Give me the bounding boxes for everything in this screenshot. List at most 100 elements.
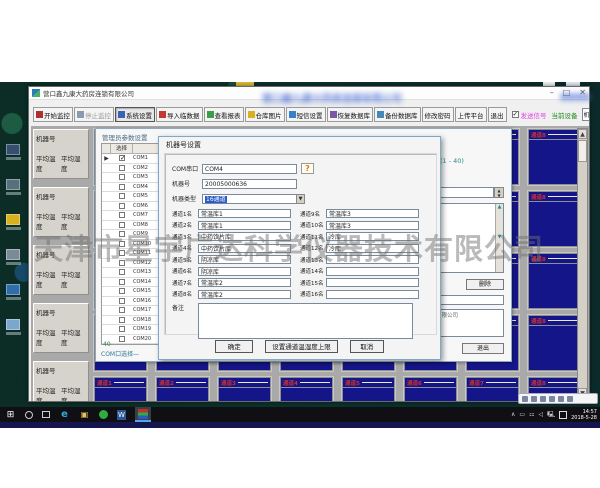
desktop-icon[interactable] (5, 284, 21, 300)
channel-name-input[interactable]: 常温库2 (198, 278, 291, 287)
channel-name-input[interactable]: 常温库1 (198, 221, 291, 230)
checkbox-icon[interactable] (119, 193, 125, 199)
channel-name-input[interactable] (326, 290, 419, 299)
com-table-row[interactable]: COM16 (102, 297, 160, 307)
toolbar-button-7[interactable]: 恢复数据库 (327, 107, 374, 122)
toolbar-button-10[interactable]: 上传平台 (455, 107, 487, 122)
toolbar-button-6[interactable]: 短信设置 (286, 107, 326, 122)
com-table-row[interactable]: COM12 (102, 259, 160, 269)
chevron-down-icon[interactable]: ▼ (296, 194, 305, 204)
desktop-icon[interactable] (5, 319, 21, 335)
channel-name-input[interactable] (326, 255, 419, 264)
checkbox-icon[interactable] (119, 155, 125, 161)
com-table-row[interactable]: COM6 (102, 202, 160, 212)
help-button[interactable]: ? (301, 163, 314, 174)
active-app-slot[interactable] (135, 407, 151, 422)
vertical-scrollbar[interactable]: ▲ ▼ (577, 128, 588, 399)
com-table-row[interactable]: COM4 (102, 183, 160, 193)
desktop-icon[interactable] (5, 249, 21, 265)
taskbar-clock[interactable]: 14:57 2018-5-28 (571, 409, 597, 421)
monitor-tray-icon[interactable]: 🖳 (547, 410, 555, 420)
machine-no-input[interactable]: 20005000636 (202, 179, 297, 189)
desktop-icon[interactable] (5, 144, 21, 160)
toolbar-button-2[interactable]: 系统设置 (115, 107, 155, 122)
checkbox-icon[interactable] (119, 298, 125, 304)
channel-name-input[interactable]: 阴凉库 (198, 255, 291, 264)
checkbox-icon[interactable] (119, 307, 125, 313)
start-button[interactable]: ⊞ (5, 409, 16, 420)
task-view-icon[interactable] (42, 411, 50, 418)
com-table-row[interactable]: ▶COM1 (102, 154, 160, 164)
language-bar[interactable] (518, 393, 598, 404)
tray-chevron-icon[interactable]: ∧ (511, 411, 515, 418)
remark-textarea[interactable] (198, 303, 413, 339)
language-bar-icon[interactable] (549, 396, 555, 402)
checkbox-icon[interactable] (119, 212, 125, 218)
checkbox-icon[interactable] (119, 269, 125, 275)
desktop-icon[interactable] (5, 179, 21, 195)
com-table-row[interactable]: COM8 (102, 221, 160, 231)
device-dropdown[interactable]: 机器号 20005000636 16通道 ▼ (582, 108, 590, 121)
green-app-icon[interactable] (99, 410, 108, 419)
channel-name-input[interactable]: 阴凉库 (198, 267, 291, 276)
channel-name-input[interactable] (326, 267, 419, 276)
checkbox-icon[interactable] (119, 231, 125, 237)
toolbar-button-3[interactable]: 导入临数据 (156, 107, 203, 122)
word-app-icon[interactable]: W (117, 410, 126, 420)
toolbar-button-9[interactable]: 修改密码 (422, 107, 454, 122)
language-bar-icon[interactable] (522, 396, 528, 402)
com-table-row[interactable]: COM3 (102, 173, 160, 183)
channel-name-input[interactable]: 中药饮片库 (198, 244, 291, 253)
input-method-icon[interactable] (559, 411, 567, 419)
com-table-row[interactable]: COM17 (102, 306, 160, 316)
battery-icon[interactable]: ▭ (519, 411, 525, 418)
edge-icon[interactable]: e (59, 409, 70, 420)
channel-name-input[interactable] (326, 278, 419, 287)
com-port-input[interactable]: COM4 (202, 164, 297, 174)
checkbox-icon[interactable] (119, 279, 125, 285)
checkbox-icon[interactable] (119, 174, 125, 180)
com-table-row[interactable]: COM13 (102, 268, 160, 278)
toolbar-button-11[interactable]: 退出 (488, 107, 507, 122)
com-table-row[interactable]: COM11 (102, 249, 160, 259)
channel-name-input[interactable]: 冷库 (326, 244, 419, 253)
company-listbox[interactable]: 有限公司 (434, 309, 504, 337)
cortana-icon[interactable] (25, 411, 33, 419)
com-table-row[interactable]: COM14 (102, 278, 160, 288)
checkbox-icon[interactable] (119, 288, 125, 294)
toolbar-button-4[interactable]: 查看报表 (204, 107, 244, 122)
channel-name-input[interactable]: 中药饮片库 (198, 232, 291, 241)
com-table-row[interactable]: COM19 (102, 325, 160, 335)
com-table-row[interactable]: COM18 (102, 316, 160, 326)
network-icon[interactable]: ⚏ (529, 411, 534, 418)
checkbox-icon[interactable] (119, 336, 125, 342)
language-bar-icon[interactable] (567, 396, 573, 402)
channel-name-input[interactable]: 常温库3 (326, 221, 419, 230)
com-listbox[interactable]: ▲ ▼ (434, 203, 504, 273)
delete-button[interactable]: 删除 (466, 279, 504, 290)
wide-field[interactable] (434, 295, 504, 305)
scroll-up-icon[interactable]: ▲ (578, 129, 587, 139)
channel-name-input[interactable]: 常温库3 (326, 209, 419, 218)
checkbox-icon[interactable] (119, 222, 125, 228)
spinner-icon[interactable]: ▲▼ (494, 187, 504, 198)
cancel-button[interactable]: 取消 (350, 340, 384, 353)
toolbar-button-5[interactable]: 仓库图片 (245, 107, 285, 122)
language-bar-icon[interactable] (531, 396, 537, 402)
channel-name-input[interactable]: 常温库2 (198, 290, 291, 299)
desktop-icon[interactable] (5, 214, 21, 230)
checkbox-icon[interactable] (119, 317, 125, 323)
com-table-row[interactable]: COM10 (102, 240, 160, 250)
checkbox-icon[interactable] (119, 184, 125, 190)
channel-name-input[interactable]: 冷库 (326, 232, 419, 241)
com-table-row[interactable]: COM7 (102, 211, 160, 221)
com-table-row[interactable]: COM5 (102, 192, 160, 202)
toolbar-button-0[interactable]: 开始监控 (33, 107, 73, 122)
checkbox-icon[interactable] (119, 165, 125, 171)
com-table-row[interactable]: COM9 (102, 230, 160, 240)
checkbox-icon[interactable] (119, 326, 125, 332)
list-scrollbar[interactable]: ▲ ▼ (495, 204, 503, 272)
toolbar-button-8[interactable]: 备份数据库 (374, 107, 421, 122)
language-bar-icon[interactable] (558, 396, 564, 402)
com-table-row[interactable]: COM15 (102, 287, 160, 297)
